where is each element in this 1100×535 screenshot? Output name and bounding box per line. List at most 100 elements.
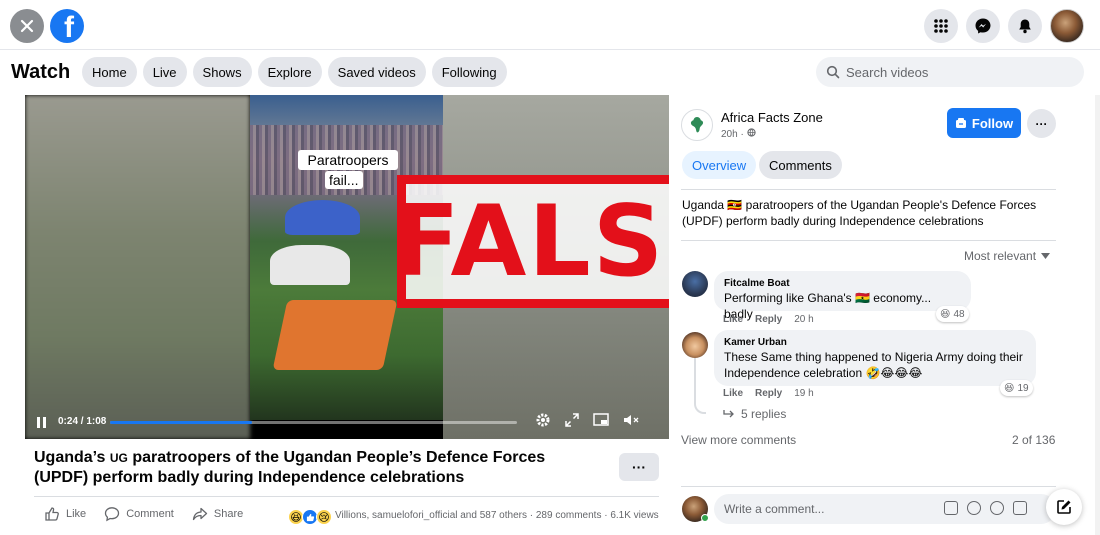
write-comment-placeholder: Write a comment...: [724, 502, 825, 516]
new-message-button[interactable]: [1046, 489, 1082, 525]
video-controls: 0:24 / 1:08: [25, 408, 669, 439]
divider: [34, 496, 659, 497]
profile-avatar[interactable]: [1050, 9, 1084, 43]
post-time: 20h ·: [721, 129, 747, 140]
avatar-sticker-icon[interactable]: [944, 501, 958, 515]
share-button[interactable]: Share: [192, 506, 243, 522]
white-tent-image: [270, 245, 350, 285]
comment-icon: [105, 507, 120, 522]
nav-following[interactable]: Following: [431, 57, 507, 87]
nav-live[interactable]: Live: [142, 57, 187, 87]
edit-icon: [1057, 500, 1071, 514]
thread-line: [694, 358, 706, 414]
post-title: Uganda’s UG paratroopers of the Ugandan …: [34, 448, 594, 488]
comment-reply-button[interactable]: Reply: [755, 314, 782, 325]
comment-input-icons: [944, 501, 1027, 515]
comment-like-button[interactable]: Like: [723, 388, 743, 399]
messenger-button[interactable]: [966, 9, 1000, 43]
video-caption-line2: fail...: [325, 171, 363, 189]
commenter-name[interactable]: Kamer Urban: [724, 336, 1026, 349]
miniplayer-icon[interactable]: [593, 413, 609, 427]
divider: [681, 189, 1056, 190]
commenter-avatar[interactable]: [682, 332, 708, 358]
watch-title: Watch: [11, 61, 71, 83]
search-placeholder: Search videos: [846, 64, 929, 80]
page-name[interactable]: Africa Facts Zone: [721, 110, 823, 125]
top-bar: f: [0, 0, 1100, 50]
nav-shows[interactable]: Shows: [192, 57, 252, 87]
comment-actions: Like Reply 20 h: [723, 314, 814, 325]
sort-comments-dropdown[interactable]: Most relevant: [964, 249, 1051, 263]
parachute-image: [285, 200, 360, 235]
bell-icon: [1019, 19, 1031, 34]
nav-saved-videos[interactable]: Saved videos: [327, 57, 426, 87]
africa-logo-icon: [690, 117, 704, 133]
like-label: Like: [66, 508, 87, 520]
share-icon: [192, 507, 208, 521]
scrollbar[interactable]: [1095, 95, 1100, 535]
mute-icon[interactable]: [623, 413, 639, 427]
follow-label: Follow: [971, 115, 1014, 131]
comment-bubble: Kamer Urban These Same thing happened to…: [714, 330, 1036, 386]
globe-icon: [746, 128, 756, 137]
nav-home[interactable]: Home: [82, 57, 137, 87]
emoji-icon[interactable]: [967, 501, 981, 515]
comment-reaction-count[interactable]: 😆 48: [936, 306, 969, 322]
settings-icon[interactable]: [535, 412, 551, 428]
comment-bubble: Fitcalme Boat Performing like Ghana's 🇬🇭…: [714, 271, 971, 321]
reply-arrow-icon: [723, 410, 734, 418]
progress-fill: [110, 421, 253, 424]
video-background-left: [25, 95, 250, 439]
gif-icon[interactable]: [1013, 501, 1027, 515]
thumbs-up-icon: [45, 507, 59, 521]
commenter-name[interactable]: Fitcalme Boat: [724, 277, 961, 290]
pause-button[interactable]: [37, 417, 46, 428]
view-more-comments-link[interactable]: View more comments: [681, 433, 796, 447]
grid-menu-icon: [934, 19, 948, 33]
reactions-summary[interactable]: Villions, samuelofori_official and 587 o…: [335, 510, 659, 521]
comment-reaction-count[interactable]: 😆 19: [1000, 380, 1033, 396]
reaction-icons[interactable]: 😆 😢: [288, 509, 332, 525]
close-icon: [20, 19, 34, 33]
camera-icon[interactable]: [990, 501, 1004, 515]
comment-reply-button[interactable]: Reply: [755, 388, 782, 399]
view-replies-link[interactable]: 5 replies: [723, 407, 786, 421]
video-time: 0:24 / 1:08: [58, 416, 107, 427]
comment-time: 20 h: [794, 314, 814, 325]
comment-actions: Like Reply 19 h: [723, 388, 814, 399]
share-label: Share: [213, 508, 244, 520]
close-button[interactable]: [10, 9, 44, 43]
page-avatar[interactable]: [681, 109, 713, 141]
comment-like-button[interactable]: Like: [723, 314, 743, 325]
post-meta: 20h ·: [721, 128, 756, 140]
comment-text: These Same thing happened to Nigeria Arm…: [724, 350, 1023, 380]
post-more-button[interactable]: ···: [619, 453, 659, 481]
like-button[interactable]: Like: [44, 506, 86, 522]
follow-icon: [955, 118, 966, 128]
menu-button[interactable]: [924, 9, 958, 43]
post-description: Uganda 🇺🇬 paratroopers of the Ugandan Pe…: [682, 198, 1037, 228]
follow-button[interactable]: Follow: [947, 108, 1021, 138]
notifications-button[interactable]: [1008, 9, 1042, 43]
divider: [681, 486, 1056, 487]
tab-comments[interactable]: Comments: [759, 151, 842, 179]
facebook-logo[interactable]: f: [50, 9, 84, 43]
progress-bar[interactable]: [110, 421, 517, 424]
nav-explore[interactable]: Explore: [257, 57, 322, 87]
tab-overview[interactable]: Overview: [682, 151, 757, 179]
online-status-badge: [701, 514, 709, 522]
comment-button[interactable]: Comment: [104, 506, 174, 522]
divider: [681, 240, 1056, 241]
comment-label: Comment: [126, 508, 174, 520]
search-videos-input[interactable]: Search videos: [816, 57, 1084, 87]
messenger-icon: [975, 18, 991, 34]
page-more-button[interactable]: ···: [1027, 109, 1056, 138]
haha-icon: 😆: [940, 308, 951, 320]
comment-count: 2 of 136: [1012, 433, 1056, 447]
haha-icon: 😆: [1004, 382, 1015, 394]
post-title-prefix: Uganda’s: [34, 449, 110, 466]
replies-label: 5 replies: [741, 407, 787, 421]
sort-label: Most relevant: [964, 249, 1037, 263]
fullscreen-icon[interactable]: [565, 413, 579, 427]
commenter-avatar[interactable]: [682, 271, 708, 297]
